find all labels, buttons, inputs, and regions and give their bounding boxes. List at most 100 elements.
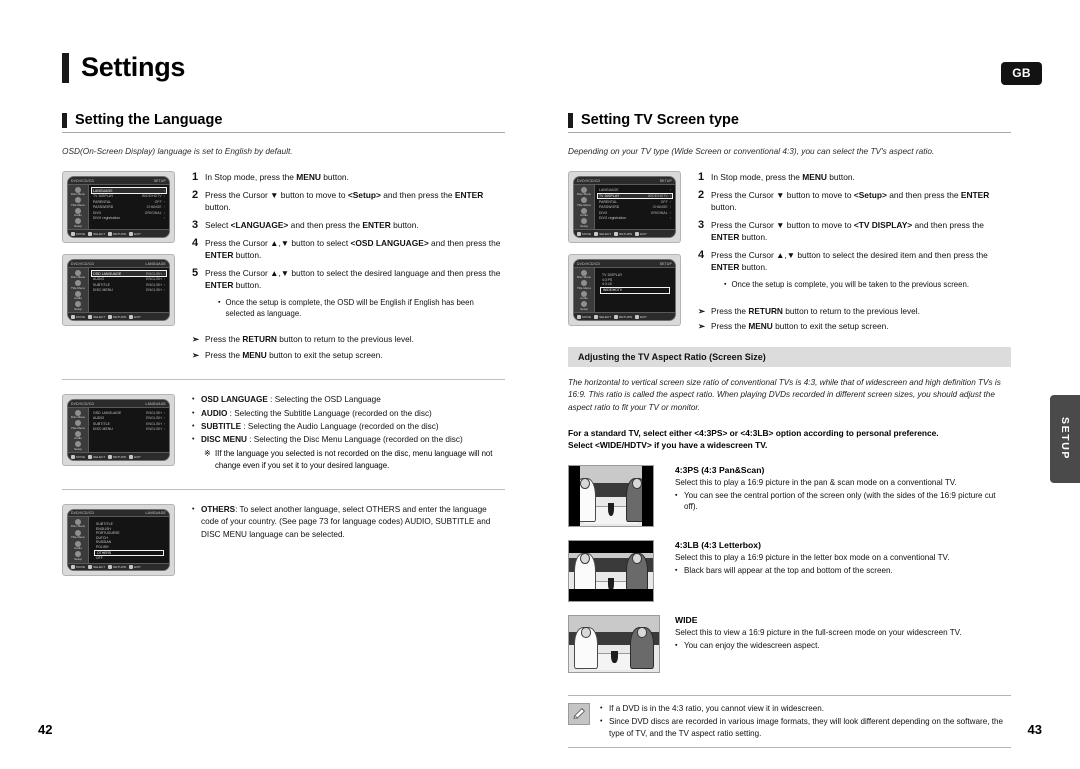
step-item: 2 Press the Cursor ▼ button to move to <S…: [698, 189, 1011, 214]
osd-menu-label: SUBTITLE: [93, 282, 111, 287]
osd-footer-key: EXIT: [635, 314, 647, 319]
osd-menu-label: TV DISPLAY: [599, 193, 620, 198]
definition-term: OSD LANGUAGE: [201, 395, 268, 405]
osd-screenshot: DVD/VCD/CD LANGUAGE Disc Menu Title Menu Aud…: [62, 504, 175, 577]
arrow-icon: ➣: [192, 334, 199, 345]
section-heading-language: Setting the Language: [62, 112, 505, 128]
osd-sidebar-item: Setup: [68, 551, 88, 561]
aspect-ratio-bold-note: For a standard TV, select either <4:3PS>…: [568, 427, 1011, 452]
definition-item: • SUBTITLE : Selecting the Audio Language…: [192, 421, 505, 433]
osd-screen: DVD/VCD/CD SETUP Disc Menu Title Menu Audio S…: [573, 259, 676, 322]
section-accent-bar-2: [568, 112, 573, 128]
osd-footer-key: MOVE: [71, 231, 85, 236]
osd-footer-key: EXIT: [129, 231, 141, 236]
note-item-text: Since DVD discs are recorded in various …: [609, 716, 1003, 738]
osd-sidebar-item: Audio: [574, 207, 594, 218]
osd-menu-row[interactable]: DIVX registration ›: [91, 216, 167, 221]
osd-titlebar: DVD/VCD/CD LANGUAGE: [68, 400, 169, 409]
step-item: 5 Press the Cursor ▲,▼ button to select t…: [192, 267, 505, 292]
osd-key-icon: [129, 314, 134, 319]
steps-list: 1 In Stop mode, press the MENU button. 2 Pr…: [180, 171, 505, 361]
section-accent-bar: [62, 112, 67, 128]
bullet-dot-icon: •: [600, 717, 603, 725]
bullet-square-icon: ▪: [218, 298, 221, 306]
osd-sidebar-icon: [75, 197, 81, 204]
osd-main-panel: LANGUAGE › TV DISPLAY WIDE/HDTV › PARENTAL OFF…: [89, 185, 169, 229]
step-text: Press the Cursor ▼ button to move to <Se…: [711, 190, 990, 213]
osd-footer-key: EXIT: [635, 231, 647, 236]
osd-key-icon: [129, 231, 134, 236]
osd-sidebar-item: Audio: [68, 540, 88, 551]
osd-screen: DVD/VCD/CD LANGUAGE Disc Menu Title Menu Aud…: [67, 259, 170, 322]
osd-screenshot-language-list: DVD/VCD/CD LANGUAGE Disc Menu Title Menu Aud…: [62, 394, 180, 467]
osd-menu-value: CHANGE: [146, 205, 162, 210]
bullet-square-icon-2: ▪: [724, 280, 727, 288]
aspect-option-desc: Select this to play a 16:9 picture in th…: [675, 552, 950, 562]
osd-option-item[interactable]: WIDE/HDTV: [600, 287, 670, 294]
note-item-text: If a DVD is in the 4:3 ratio, you cannot…: [609, 703, 825, 713]
osd-menu-label: PARENTAL: [599, 199, 618, 204]
osd-sidebar-item: Audio: [68, 207, 88, 218]
chevron-right-icon: ›: [669, 199, 671, 204]
bold-note-line: Select <WIDE/HDTV> if you have a widescr…: [568, 440, 768, 451]
osd-sidebar-icon: [581, 207, 587, 214]
others-block: • OTHERS: To select another language, se…: [180, 504, 505, 576]
osd-menu-label: SUBTITLE: [93, 421, 111, 426]
bullet-dot-icon: •: [192, 422, 195, 430]
osd-menu-label: DIVX: [599, 210, 608, 215]
osd-screen-name: LANGUAGE: [145, 511, 166, 516]
osd-menu-label: OSD LANGUAGE: [93, 410, 122, 415]
osd-footer-key: EXIT: [129, 454, 141, 459]
osd-sidebar-item: Disc Menu: [574, 269, 594, 280]
chevron-right-icon: ›: [163, 216, 165, 221]
tv-aspect-illustration: [568, 539, 654, 602]
chevron-right-icon: ›: [669, 193, 671, 198]
osd-option-item[interactable]: OTHERS: [94, 549, 164, 557]
osd-menu-label: PASSWORD: [599, 205, 620, 210]
osd-sidebar-item: Setup: [574, 218, 594, 228]
osd-main-panel: OSD LANGUAGE ENGLISH › AUDIO ENGLISH › SUBTITL…: [89, 268, 169, 312]
osd-footer-key: SELECT: [88, 564, 105, 569]
arrow-note: ➣ Press the RETURN button to return to th…: [698, 305, 1011, 317]
chevron-right-icon: ›: [669, 216, 671, 221]
chevron-right-icon: ›: [163, 271, 165, 276]
osd-sidebar-item: Title Menu: [68, 420, 88, 430]
step-item: 1 In Stop mode, press the MENU button.: [192, 171, 505, 184]
osd-footer-key: RETURN: [614, 231, 632, 236]
osd-sidebar-icon: [581, 290, 587, 297]
osd-screen: DVD/VCD/CD SETUP Disc Menu Title Menu Audio S…: [573, 176, 676, 239]
arrow-icon: ➣: [192, 349, 199, 360]
osd-key-icon: [88, 564, 93, 569]
section-heading-tvscreen: Setting TV Screen type: [568, 112, 1011, 128]
aspect-option-bullet: ▪ You can enjoy the widescreen aspect.: [675, 640, 1011, 652]
osd-titlebar: DVD/VCD/CD SETUP: [574, 177, 675, 186]
step-number: 3: [698, 219, 705, 232]
osd-sidebar-item: Title Menu: [68, 197, 88, 207]
osd-sidebar-icon: [75, 301, 81, 308]
definition-desc: : Selecting the Disc Menu Language (reco…: [249, 435, 463, 445]
osd-menu-value: WIDE/HDTV: [647, 193, 668, 198]
chevron-right-icon: ›: [163, 210, 165, 215]
osd-menu-row[interactable]: DIVX registration ›: [597, 216, 673, 221]
osd-sidebar-item: Setup: [574, 301, 594, 311]
osd-sidebar-icon: [75, 207, 81, 214]
osd-footer-key: RETURN: [108, 564, 126, 569]
divider-2: [62, 489, 505, 491]
osd-footer: MOVE SELECT RETURN EXIT: [574, 229, 675, 238]
bullet-dot-icon: •: [192, 409, 195, 417]
osd-menu-row[interactable]: DISC MENU ENGLISH ›: [91, 288, 167, 293]
osd-screenshot: DVD/VCD/CD LANGUAGE Disc Menu Title Menu Aud…: [62, 254, 175, 327]
note-item: • Since DVD discs are recorded in various…: [600, 716, 1011, 740]
step-item: 3 Select <LANGUAGE> and then press the EN…: [192, 219, 505, 232]
osd-sidebar-item: Disc Menu: [574, 186, 594, 197]
aspect-option-text: WIDE Select this to view a 16:9 picture i…: [662, 615, 1011, 673]
osd-menu-row[interactable]: DISC MENU ENGLISH ›: [91, 427, 167, 432]
chevron-right-icon: ›: [163, 427, 165, 432]
osd-option-item[interactable]: OFF: [94, 556, 164, 561]
osd-menu-value: ENGLISH: [146, 427, 162, 432]
section-lead-text-2: Depending on your TV type (Wide Screen o…: [568, 146, 935, 156]
osd-sidebar-item: Title Menu: [574, 197, 594, 207]
page-title-text: Settings: [81, 52, 186, 82]
osd-sidebar-item: Setup: [68, 441, 88, 451]
osd-footer: MOVE SELECT RETURN EXIT: [68, 229, 169, 238]
